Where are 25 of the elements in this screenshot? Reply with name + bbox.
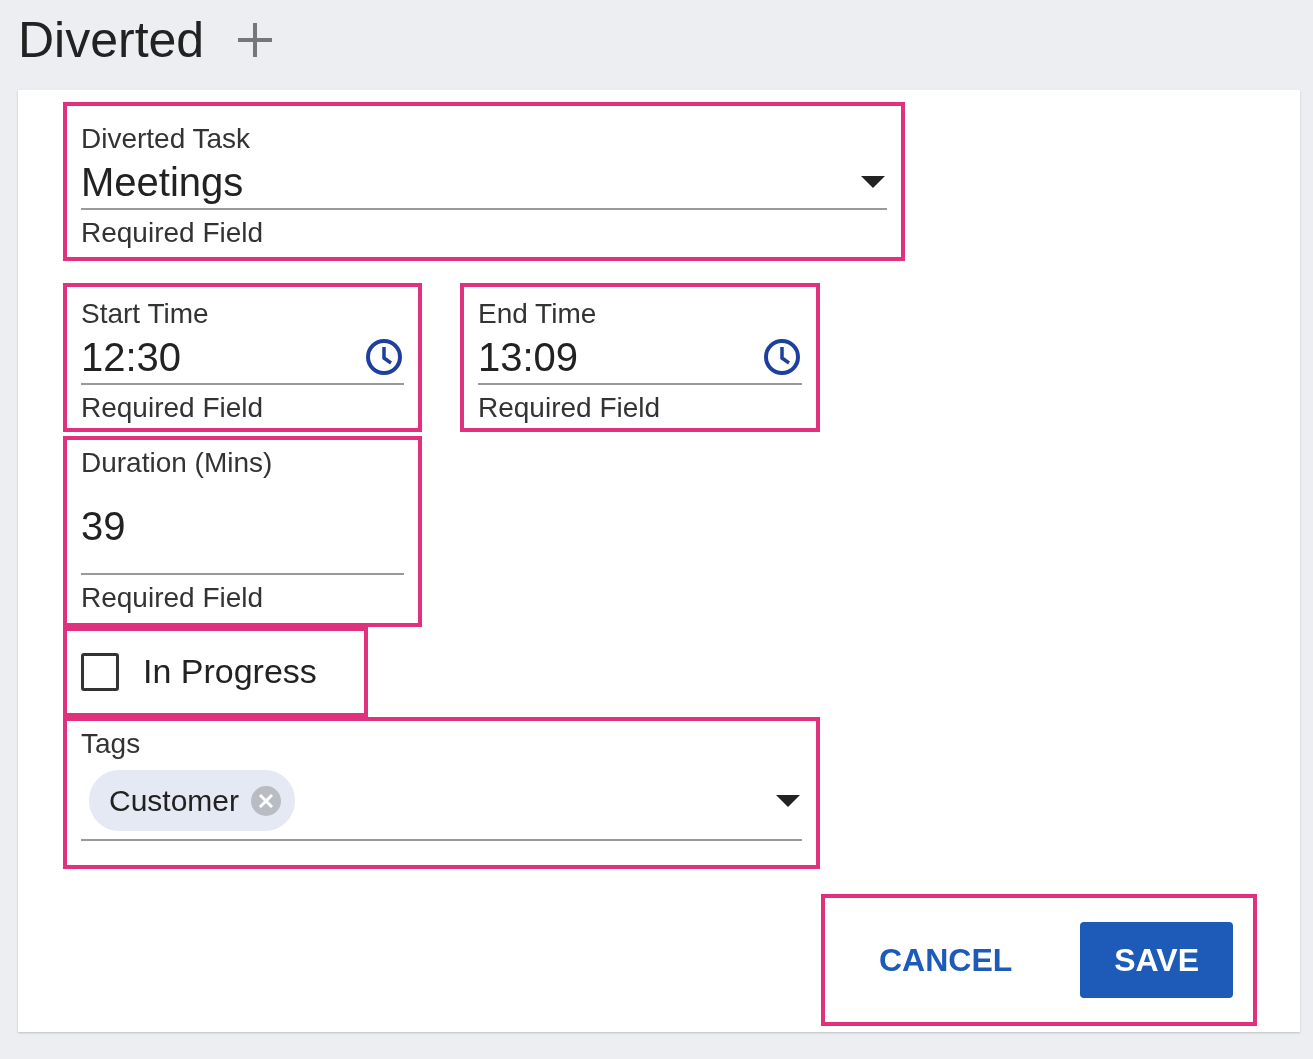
dropdown-caret-icon[interactable] — [774, 792, 802, 809]
clock-icon[interactable] — [364, 336, 404, 377]
cancel-button[interactable]: CANCEL — [845, 922, 1047, 998]
input-field[interactable]: Customer — [81, 760, 802, 842]
field-label: Tags — [81, 726, 142, 761]
dropdown-caret-icon[interactable] — [859, 173, 887, 190]
field-label: Duration (Mins) — [81, 446, 274, 480]
field-label: Diverted Task — [81, 122, 252, 156]
input-field[interactable]: Meetings — [81, 155, 887, 210]
input-field[interactable]: 12:30 — [81, 330, 404, 385]
input-field[interactable]: 13:09 — [478, 330, 802, 385]
helper-text: Required Field — [478, 390, 662, 425]
field-label: Start Time — [81, 297, 210, 331]
checkbox[interactable] — [81, 652, 119, 691]
add-icon[interactable] — [236, 21, 275, 59]
save-button[interactable]: SAVE — [1080, 922, 1233, 998]
field-label: End Time — [478, 297, 598, 331]
helper-text: Required Field — [81, 215, 265, 250]
page-title: Diverted — [18, 11, 205, 70]
helper-text: Required Field — [81, 390, 265, 425]
tag-chip[interactable]: Customer — [89, 770, 296, 832]
clock-icon[interactable] — [762, 336, 802, 377]
input-field[interactable]: 39 — [81, 479, 404, 575]
checkbox-label: In Progress — [143, 651, 317, 693]
helper-text: Required Field — [81, 580, 265, 615]
